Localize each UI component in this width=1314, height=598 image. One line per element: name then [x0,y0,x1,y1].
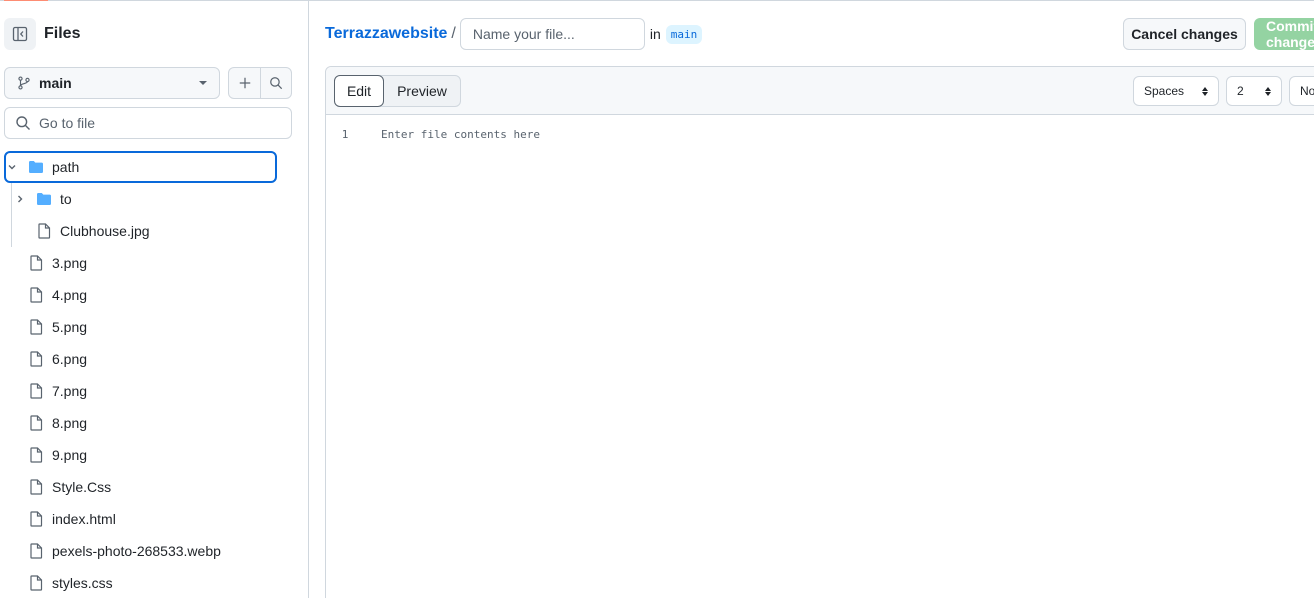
indent-size-value: 2 [1237,84,1244,98]
tree-item-label: 3.png [52,255,88,271]
select-arrows-icon [1265,86,1271,96]
tree-folder[interactable]: to [0,183,308,215]
indent-mode-value: Spaces [1144,84,1185,98]
file-icon [29,319,43,335]
tree-file[interactable]: 7.png [0,375,308,407]
folder-icon [36,192,52,206]
file-icon [29,543,43,559]
plus-icon [239,77,250,89]
collapse-sidebar-button[interactable] [4,18,36,50]
branch-badge: main [665,24,703,44]
search-files-button[interactable] [260,68,291,98]
editor-toolbar: Edit Preview Spaces 2 No wrap [326,67,1314,115]
file-icon [29,511,43,527]
tree-item-label: 5.png [52,319,88,335]
search-icon [270,77,283,90]
git-branch-icon [18,76,30,90]
indent-mode-select[interactable]: Spaces [1133,76,1219,106]
chevron-down-icon[interactable] [6,161,18,173]
tree-file[interactable]: pexels-photo-268533.webp [0,535,308,567]
code-editor: Edit Preview Spaces 2 No wrap 1 Enter fi… [325,66,1314,598]
folder-icon [28,160,44,174]
wrap-mode-select[interactable]: No wrap [1289,76,1314,106]
file-contents-placeholder: Enter file contents here [381,127,540,141]
commit-changes-label: Commit changes... [1266,18,1314,50]
line-number: 1 [341,127,349,141]
tree-item-label: 6.png [52,351,88,367]
filename-input[interactable] [459,18,645,50]
tree-folder[interactable]: path [4,151,277,183]
tree-item-label: styles.css [52,575,113,591]
editor-main: Terrazzawebsite / in main Cancel changes… [310,1,1314,598]
branch-selector[interactable]: main [4,67,220,99]
go-to-file-input[interactable]: Go to file [4,107,292,139]
commit-changes-button[interactable]: Commit changes... [1254,18,1314,50]
tree-item-label: Clubhouse.jpg [60,223,150,239]
edit-preview-toggle: Edit Preview [334,75,461,107]
tree-item-label: to [60,191,72,207]
file-icon [29,383,43,399]
code-line[interactable]: 1 Enter file contents here [326,124,540,144]
tree-item-label: 4.png [52,287,88,303]
tree-file[interactable]: 9.png [0,439,308,471]
file-tree-sidebar: Files main Go to file path to Clubhouse.jp… [0,1,309,598]
add-file-button[interactable] [229,68,260,98]
tree-file[interactable]: 4.png [0,279,308,311]
breadcrumb-separator: / [451,25,456,42]
tree-file[interactable]: Clubhouse.jpg [0,215,308,247]
tree-item-label: 8.png [52,415,88,431]
go-to-file-placeholder: Go to file [39,115,96,131]
wrap-mode-value: No wrap [1300,84,1314,98]
file-icon [29,351,43,367]
sidebar-title: Files [44,25,81,42]
branch-selector-label: main [39,75,72,91]
file-icon [29,415,43,431]
file-icon [29,479,43,495]
tab-edit[interactable]: Edit [334,75,384,107]
repo-link[interactable]: Terrazzawebsite [325,25,447,43]
tree-file[interactable]: index.html [0,503,308,535]
search-icon [16,116,30,130]
tree-item-label: path [52,159,80,175]
tree-item-label: index.html [52,511,116,527]
tree-item-label: 9.png [52,447,88,463]
select-arrows-icon [1202,86,1208,96]
file-icon [37,223,51,239]
chevron-right-icon[interactable] [14,193,26,205]
chevron-down-icon [199,81,207,85]
tab-preview[interactable]: Preview [384,76,460,106]
cancel-changes-button[interactable]: Cancel changes [1123,18,1246,50]
tree-file[interactable]: 8.png [0,407,308,439]
tree-file[interactable]: 5.png [0,311,308,343]
tree-file[interactable]: 6.png [0,343,308,375]
branch-row: main [4,67,292,99]
file-icon [29,255,43,271]
sidebar-collapse-icon [12,26,28,42]
tree-file[interactable]: 3.png [0,247,308,279]
tree-item-label: Style.Css [52,479,112,495]
sidebar-actions [228,67,292,99]
file-icon [29,447,43,463]
tree-file[interactable]: Style.Css [0,471,308,503]
main-clip: Terrazzawebsite / in main Cancel changes… [310,1,1314,598]
indent-size-select[interactable]: 2 [1226,76,1282,106]
tree-item-label: 7.png [52,383,88,399]
file-icon [29,575,43,591]
tree-item-label: pexels-photo-268533.webp [52,543,221,559]
sidebar-header: Files [4,18,80,50]
in-label: in [649,26,661,42]
tree-file[interactable]: styles.css [0,567,308,598]
file-tree: path to Clubhouse.jpg 3.png 4.png 5.png 6.png 7… [0,151,308,598]
breadcrumb: Terrazzawebsite / in main [325,18,703,50]
file-icon [29,287,43,303]
